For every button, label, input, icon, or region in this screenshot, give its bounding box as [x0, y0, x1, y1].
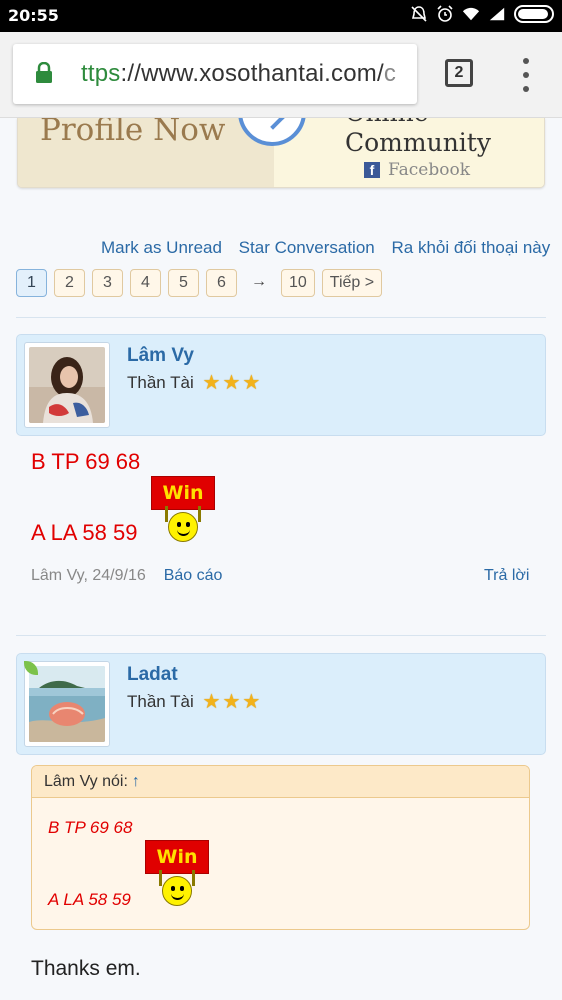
- next-page-button[interactable]: Tiếp >: [321, 269, 383, 297]
- signal-icon: [488, 5, 506, 23]
- thread-actions: Mark as Unread Star Conversation Ra khỏi…: [101, 238, 562, 258]
- post-author-box: Ladat Thần Tài ★ ★ ★: [16, 653, 546, 755]
- post-message: Thanks em.: [31, 957, 141, 980]
- tab-switcher-button[interactable]: 2: [445, 59, 473, 87]
- wifi-icon: [462, 5, 480, 23]
- reply-link[interactable]: Trả lời: [484, 567, 529, 585]
- post-meta: Lâm Vy, 24/9/16 Báo cáo: [31, 567, 222, 585]
- avatar-image: [29, 347, 105, 423]
- star-icon: ★: [202, 691, 221, 713]
- lock-icon: [35, 61, 53, 84]
- mute-icon: [410, 5, 428, 23]
- star-icon: ★: [202, 372, 221, 394]
- banner-community-text: Community: [345, 128, 491, 157]
- post-text-line: A LA 58 59: [31, 520, 138, 545]
- star-icon: ★: [222, 372, 241, 394]
- page-link-6[interactable]: 6: [206, 269, 237, 297]
- win-smiley-icon: Win: [145, 840, 209, 910]
- clock: 20:55: [8, 6, 59, 25]
- browser-toolbar: ttps://www.xosothantai.com/c 2: [0, 32, 562, 118]
- facebook-icon: f: [364, 162, 380, 178]
- battery-icon: [514, 5, 554, 23]
- divider: [16, 635, 546, 636]
- quote-source-arrow[interactable]: ↑: [132, 773, 140, 790]
- overflow-menu-icon[interactable]: [520, 58, 532, 92]
- address-bar[interactable]: ttps://www.xosothantai.com/c: [13, 44, 417, 104]
- banner-facebook: f Facebook: [364, 160, 470, 180]
- banner-online-text: Online: [345, 118, 428, 127]
- page-jump-arrow[interactable]: →: [244, 269, 274, 297]
- url-text: ttps://www.xosothantai.com/c: [81, 60, 397, 87]
- win-smiley-icon: Win: [151, 476, 215, 546]
- star-icon: ★: [242, 372, 261, 394]
- star-icon: ★: [242, 691, 261, 713]
- status-bar: 20:55: [0, 0, 562, 32]
- username-link[interactable]: Lâm Vy: [127, 345, 194, 367]
- status-icons: [410, 5, 554, 23]
- mark-unread-link[interactable]: Mark as Unread: [101, 238, 222, 257]
- post-author-date[interactable]: Lâm Vy, 24/9/16: [31, 567, 146, 584]
- post-text-line: B TP 69 68: [31, 449, 141, 474]
- pagination: 1 2 3 4 5 6 → 10 Tiếp >: [16, 269, 383, 297]
- quote-header: Lâm Vy nói: ↑: [32, 766, 529, 798]
- banner-profile-text: Profile Now: [40, 118, 226, 148]
- quote-text-line: B TP 69 68: [48, 818, 133, 837]
- star-conversation-link[interactable]: Star Conversation: [239, 238, 375, 257]
- divider: [16, 317, 546, 318]
- quote-text-line: A LA 58 59: [48, 890, 131, 909]
- page-link-10[interactable]: 10: [281, 269, 315, 297]
- avatar-image: [29, 666, 105, 742]
- page-link-5[interactable]: 5: [168, 269, 199, 297]
- quote-block: Lâm Vy nói: ↑ B TP 69 68 Win A LA 58 59: [31, 765, 530, 930]
- star-icon: ★: [222, 691, 241, 713]
- alarm-icon: [436, 5, 454, 23]
- avatar[interactable]: [24, 342, 110, 428]
- page-link-4[interactable]: 4: [130, 269, 161, 297]
- page-link-2[interactable]: 2: [54, 269, 85, 297]
- username-link[interactable]: Ladat: [127, 664, 178, 686]
- user-title: Thần Tài ★ ★ ★: [127, 372, 261, 394]
- report-link[interactable]: Báo cáo: [164, 567, 223, 584]
- post-author-box: Lâm Vy Thần Tài ★ ★ ★: [16, 334, 546, 436]
- page-link-1[interactable]: 1: [16, 269, 47, 297]
- user-title: Thần Tài ★ ★ ★: [127, 691, 261, 713]
- leave-conversation-link[interactable]: Ra khỏi đối thoại này: [391, 238, 550, 257]
- ad-banner[interactable]: Profile Now Online Community fFacebook: [17, 118, 545, 188]
- page-link-3[interactable]: 3: [92, 269, 123, 297]
